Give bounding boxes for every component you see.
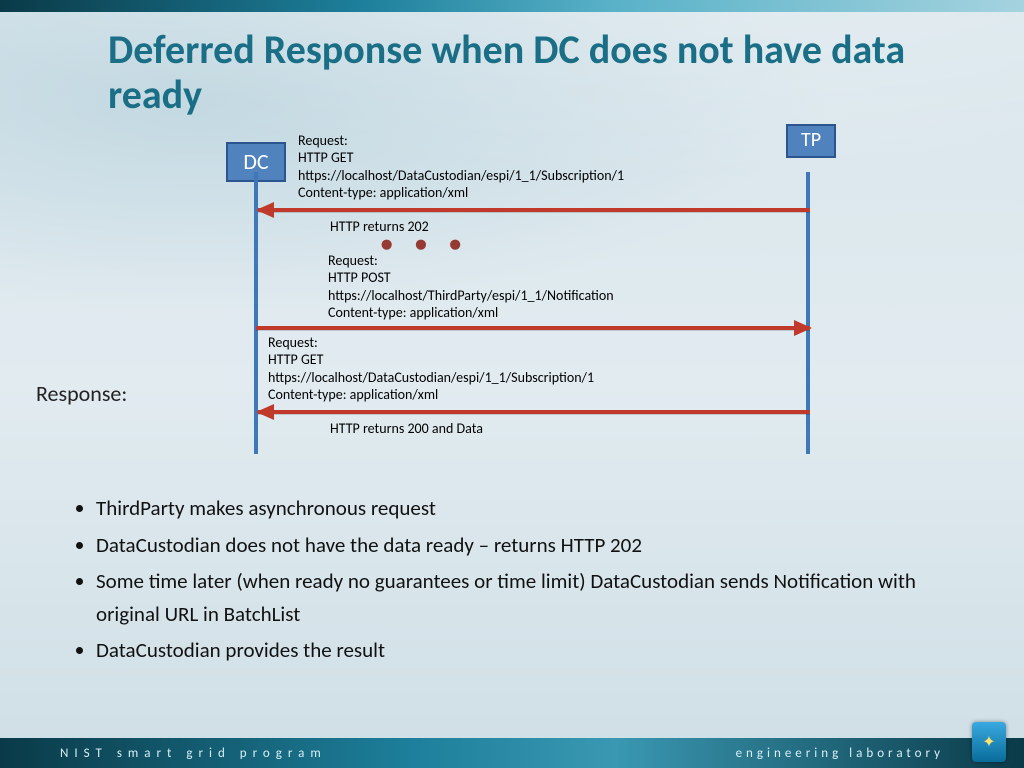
footer-left-text: NIST smart grid program — [60, 746, 327, 761]
return-200-text: HTTP returns 200 and Data — [330, 420, 483, 438]
arrow-tp-to-dc-1 — [258, 208, 810, 212]
req3-line1: Request: — [268, 334, 594, 352]
top-accent-bar — [0, 0, 1024, 12]
nist-badge-icon: ✦ — [972, 722, 1006, 762]
arrow-head-left-icon — [256, 202, 274, 218]
request-3-text: Request: HTTP GET https://localhost/Data… — [268, 334, 594, 404]
arrow-head-left-icon — [256, 404, 274, 420]
req2-line2: HTTP POST — [328, 269, 614, 287]
footer-right-text: engineering laboratory — [736, 746, 944, 761]
tp-node: TP — [786, 124, 836, 158]
request-1-text: Request: HTTP GET https://localhost/Data… — [298, 132, 624, 202]
req1-line4: Content-type: application/xml — [298, 184, 624, 202]
list-item: DataCustodian does not have the data rea… — [96, 529, 958, 562]
req3-line4: Content-type: application/xml — [268, 386, 594, 404]
req1-line2: HTTP GET — [298, 149, 624, 167]
req2-line1: Request: — [328, 252, 614, 270]
list-item: DataCustodian provides the result — [96, 634, 958, 667]
slide-title: Deferred Response when DC does not have … — [108, 28, 948, 118]
req3-line3: https://localhost/DataCustodian/espi/1_1… — [268, 369, 594, 387]
req1-line3: https://localhost/DataCustodian/espi/1_1… — [298, 167, 624, 185]
req2-line3: https://localhost/ThirdParty/espi/1_1/No… — [328, 287, 614, 305]
response-label: Response: — [36, 380, 127, 407]
req1-line1: Request: — [298, 132, 624, 150]
footer-bar: NIST smart grid program engineering labo… — [0, 738, 1024, 768]
sequence-diagram: DC TP Request: HTTP GET https://localhos… — [106, 124, 988, 454]
bullet-list: ThirdParty makes asynchronous request Da… — [66, 492, 988, 671]
arrow-head-right-icon — [794, 320, 812, 336]
list-item: ThirdParty makes asynchronous request — [96, 492, 958, 525]
list-item: Some time later (when ready no guarantee… — [96, 565, 958, 630]
req3-line2: HTTP GET — [268, 351, 594, 369]
req2-line4: Content-type: application/xml — [328, 304, 614, 322]
arrow-dc-to-tp — [256, 326, 810, 330]
request-2-text: Request: HTTP POST https://localhost/Thi… — [328, 252, 614, 322]
arrow-tp-to-dc-2 — [258, 410, 810, 414]
